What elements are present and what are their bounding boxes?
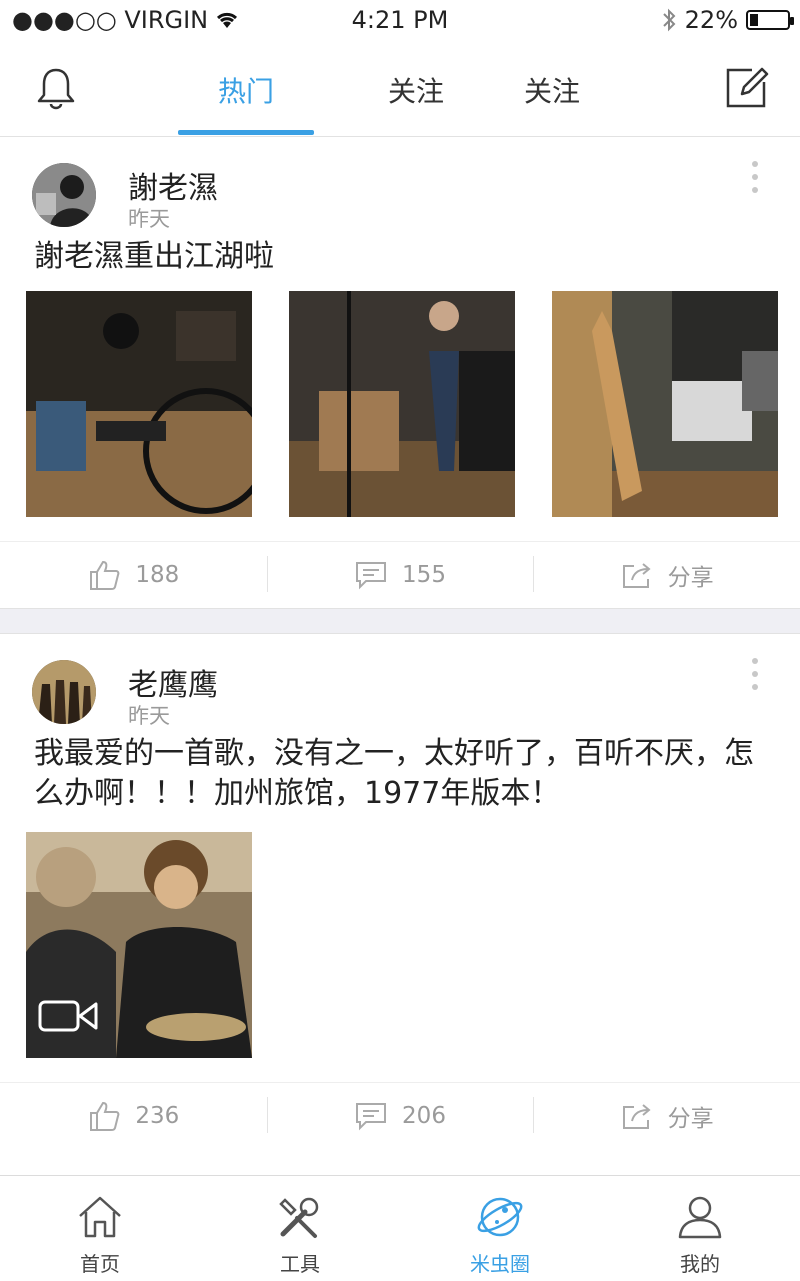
more-icon[interactable] <box>750 159 760 195</box>
like-button[interactable]: 188 <box>0 542 267 608</box>
thumbs-up-icon <box>90 1101 120 1131</box>
comment-icon <box>356 562 387 590</box>
post-image[interactable] <box>289 291 515 517</box>
tools-icon <box>279 1197 319 1238</box>
post-image[interactable] <box>552 291 778 517</box>
tab-community[interactable]: 米虫圈 <box>400 1176 600 1281</box>
post-images <box>0 291 800 527</box>
avatar[interactable] <box>32 163 96 227</box>
post-text: 我最爱的一首歌，没有之一，太好听了，百听不厌，怎么办啊！！！加州旅馆，1977年… <box>34 736 754 811</box>
post-text: 謝老濕重出江湖啦 <box>34 239 274 274</box>
share-label: 分享 <box>667 1106 714 1132</box>
thumbs-up-icon <box>90 560 120 590</box>
tab-follow[interactable]: 关注 <box>388 70 444 110</box>
tab-hot[interactable]: 热门 <box>218 70 274 110</box>
avatar[interactable] <box>32 660 96 724</box>
post-actions: 236 206 分享 <box>0 1082 800 1149</box>
post-images <box>0 832 800 1068</box>
like-count: 236 <box>135 1103 180 1129</box>
username[interactable]: 老鹰鹰 <box>128 660 218 704</box>
video-camera-icon <box>38 1000 98 1032</box>
post: 老鹰鹰 昨天 我最爱的一首歌，没有之一，太好听了，百听不厌，怎么办啊！！！加州旅… <box>0 634 800 1149</box>
feed: 謝老濕 昨天 謝老濕重出江湖啦 188 155 分享 老鹰鹰 昨天 我最爱的一首… <box>0 137 800 1149</box>
post-image[interactable] <box>26 291 252 517</box>
comment-icon <box>356 1103 387 1131</box>
post-header: 謝老濕 昨天 <box>0 137 800 237</box>
active-tab-indicator <box>178 130 314 135</box>
edit-icon[interactable] <box>722 64 770 112</box>
home-icon <box>79 1196 121 1238</box>
feed-divider <box>0 608 800 634</box>
post-video[interactable] <box>26 832 252 1058</box>
status-right: 22% <box>661 6 794 34</box>
share-button[interactable]: 分享 <box>533 542 800 608</box>
post-time: 昨天 <box>128 207 170 231</box>
tab-tools-label: 工具 <box>280 1252 320 1276</box>
tab-home[interactable]: 首页 <box>0 1176 200 1281</box>
post: 謝老濕 昨天 謝老濕重出江湖啦 188 155 分享 <box>0 137 800 608</box>
battery-percent: 22% <box>684 6 738 34</box>
username[interactable]: 謝老濕 <box>128 163 218 207</box>
post-header: 老鹰鹰 昨天 <box>0 634 800 734</box>
top-nav: 热门 关注 关注 <box>0 42 800 137</box>
share-label: 分享 <box>667 565 714 591</box>
like-button[interactable]: 236 <box>0 1083 267 1149</box>
share-button[interactable]: 分享 <box>533 1083 800 1149</box>
comment-button[interactable]: 206 <box>266 1083 534 1149</box>
post-time: 昨天 <box>128 704 170 728</box>
post-actions: 188 155 分享 <box>0 541 800 608</box>
battery-icon <box>746 10 794 30</box>
tab-community-label: 米虫圈 <box>470 1252 530 1276</box>
comment-count: 206 <box>402 1103 446 1129</box>
share-icon <box>622 1104 651 1129</box>
tab-me-label: 我的 <box>680 1252 720 1276</box>
user-icon <box>678 1196 722 1239</box>
tab-tools[interactable]: 工具 <box>200 1176 400 1281</box>
bluetooth-icon <box>662 8 676 32</box>
tab-follow-2[interactable]: 关注 <box>524 70 580 110</box>
comment-count: 155 <box>402 562 446 588</box>
bottom-tab-bar: 首页 工具 米虫圈 我的 <box>0 1175 800 1281</box>
status-bar: ●●●○○ VIRGIN 4:21 PM 22% <box>0 0 800 42</box>
bell-icon[interactable] <box>32 64 80 112</box>
more-icon[interactable] <box>750 656 760 692</box>
tab-me[interactable]: 我的 <box>600 1176 800 1281</box>
tab-home-label: 首页 <box>80 1252 120 1276</box>
share-icon <box>622 563 651 588</box>
planet-icon <box>477 1197 523 1237</box>
comment-button[interactable]: 155 <box>266 542 534 608</box>
like-count: 188 <box>135 562 180 588</box>
